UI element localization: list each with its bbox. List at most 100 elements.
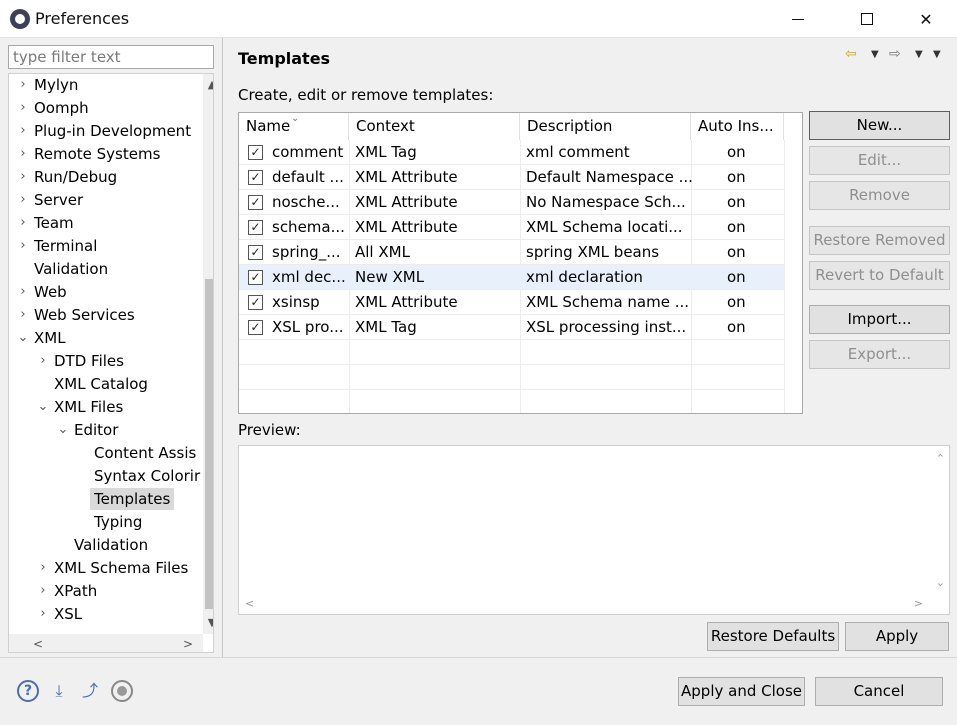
tree-vertical-scrollbar[interactable]: ▲ ▼ bbox=[203, 74, 213, 634]
collapsed-arrow-icon[interactable]: › bbox=[17, 143, 29, 165]
enabled-checkbox[interactable]: ✓ bbox=[248, 270, 263, 285]
apply-and-close-button[interactable]: Apply and Close bbox=[678, 677, 805, 706]
preview-scroll-right-icon[interactable]: > bbox=[914, 597, 923, 610]
revert-to-default-button[interactable]: Revert to Default bbox=[809, 261, 950, 290]
collapsed-arrow-icon[interactable]: › bbox=[17, 97, 29, 119]
cell-context: XML Attribute bbox=[355, 218, 458, 236]
scroll-thumb[interactable] bbox=[205, 279, 213, 609]
enabled-checkbox[interactable]: ✓ bbox=[248, 170, 263, 185]
minimize-button[interactable] bbox=[775, 0, 821, 38]
close-button[interactable]: ✕ bbox=[903, 0, 949, 38]
cell-description: XSL processing inst... bbox=[526, 318, 687, 336]
forward-history-dropdown-icon[interactable]: ▼ bbox=[915, 49, 923, 60]
tree-item-label: XML bbox=[34, 329, 66, 347]
cell-description: XML Schema locati... bbox=[526, 218, 683, 236]
tree-item-label: Terminal bbox=[34, 237, 98, 255]
restore-defaults-button[interactable]: Restore Defaults bbox=[707, 622, 839, 651]
table-row[interactable]: ✓ comment XML Tag xml comment on bbox=[239, 140, 784, 165]
cell-description: XML Schema name ... bbox=[526, 293, 690, 311]
cell-auto: on bbox=[727, 218, 746, 236]
collapsed-arrow-icon[interactable]: › bbox=[17, 212, 29, 234]
new-template-button[interactable]: New... bbox=[809, 111, 950, 140]
cell-name: nosche... bbox=[272, 193, 340, 211]
scroll-right-icon[interactable]: > bbox=[179, 634, 197, 652]
column-header-name[interactable]: Name ⌄ bbox=[239, 113, 349, 140]
filter-input[interactable] bbox=[8, 45, 214, 69]
restore-removed-button[interactable]: Restore Removed bbox=[809, 226, 950, 255]
cell-name: XSL pro... bbox=[272, 318, 344, 336]
view-menu-icon[interactable]: ▼ bbox=[933, 49, 941, 60]
table-row[interactable]: ✓ schema... XML Attribute XML Schema locati… bbox=[239, 215, 784, 240]
table-row[interactable]: ✓ xml dec... New XML xml declaration on bbox=[239, 265, 784, 290]
collapsed-arrow-icon[interactable]: › bbox=[17, 304, 29, 326]
cell-description: Default Namespace ... bbox=[526, 168, 693, 186]
enabled-checkbox[interactable]: ✓ bbox=[248, 145, 263, 160]
import-button[interactable]: Import... bbox=[809, 305, 950, 334]
table-row[interactable]: ✓ spring_... All XML spring XML beans on bbox=[239, 240, 784, 265]
collapsed-arrow-icon[interactable]: › bbox=[17, 166, 29, 188]
scroll-up-icon[interactable]: ▲ bbox=[203, 76, 213, 94]
enabled-checkbox[interactable]: ✓ bbox=[248, 245, 263, 260]
collapsed-arrow-icon[interactable]: › bbox=[37, 350, 49, 372]
scroll-left-icon[interactable]: < bbox=[29, 634, 47, 652]
tree-item-label: Server bbox=[34, 191, 84, 209]
enabled-checkbox[interactable]: ✓ bbox=[248, 220, 263, 235]
apply-button[interactable]: Apply bbox=[845, 622, 949, 651]
column-header-auto-insert[interactable]: Auto Ins... bbox=[691, 113, 784, 140]
close-icon: ✕ bbox=[919, 9, 933, 29]
tree-item-label: Editor bbox=[74, 421, 119, 439]
minimize-icon bbox=[792, 18, 804, 20]
cell-auto: on bbox=[727, 143, 746, 161]
forward-arrow-icon[interactable]: ⇨ bbox=[889, 46, 901, 62]
scroll-down-icon[interactable]: ▼ bbox=[203, 614, 213, 632]
collapsed-arrow-icon[interactable]: › bbox=[37, 580, 49, 602]
cancel-button[interactable]: Cancel bbox=[815, 677, 943, 706]
collapsed-arrow-icon[interactable]: › bbox=[17, 74, 29, 96]
export-preferences-icon[interactable]: ⤴ bbox=[79, 680, 101, 702]
page-title: Templates bbox=[238, 49, 331, 68]
table-row[interactable]: ✓ nosche... XML Attribute No Namespace Sch.… bbox=[239, 190, 784, 215]
expanded-arrow-icon[interactable]: ⌄ bbox=[57, 419, 69, 441]
column-header-context[interactable]: Context bbox=[349, 113, 520, 140]
table-row[interactable]: ✓ xsinsp XML Attribute XML Schema name ... o… bbox=[239, 290, 784, 315]
tree-item-label: Validation bbox=[34, 260, 109, 278]
tree-horizontal-scrollbar[interactable]: < > bbox=[9, 634, 203, 652]
tree-item-label: Web bbox=[34, 283, 67, 301]
collapsed-arrow-icon[interactable]: › bbox=[17, 189, 29, 211]
cell-name: schema... bbox=[272, 218, 345, 236]
back-arrow-icon[interactable]: ⇦ bbox=[845, 46, 857, 62]
preference-tree: › Mylyn › Oomph › Plug-in Development › Remote … bbox=[8, 73, 214, 653]
enabled-checkbox[interactable]: ✓ bbox=[248, 295, 263, 310]
tree-item-label: Validation bbox=[74, 536, 149, 554]
help-icon[interactable]: ? bbox=[17, 680, 39, 702]
tree-item-label: Mylyn bbox=[34, 76, 79, 94]
templates-description: Create, edit or remove templates: bbox=[238, 86, 494, 104]
remove-template-button[interactable]: Remove bbox=[809, 181, 950, 210]
record-icon[interactable] bbox=[111, 680, 133, 702]
expanded-arrow-icon[interactable]: ⌄ bbox=[37, 396, 49, 418]
template-preview-area[interactable]: ⌃ ⌄ < > bbox=[238, 445, 950, 615]
import-preferences-icon[interactable]: ⤓ bbox=[48, 680, 70, 702]
maximize-icon bbox=[861, 13, 873, 25]
preview-scroll-up-icon[interactable]: ⌃ bbox=[936, 452, 945, 465]
preview-scroll-left-icon[interactable]: < bbox=[245, 597, 254, 610]
cell-auto: on bbox=[727, 318, 746, 336]
edit-template-button[interactable]: Edit... bbox=[809, 146, 950, 175]
column-header-description[interactable]: Description bbox=[520, 113, 691, 140]
table-row[interactable]: ✓ XSL pro... XML Tag XSL processing inst...… bbox=[239, 315, 784, 340]
enabled-checkbox[interactable]: ✓ bbox=[248, 195, 263, 210]
back-history-dropdown-icon[interactable]: ▼ bbox=[871, 49, 879, 60]
collapsed-arrow-icon[interactable]: › bbox=[37, 557, 49, 579]
table-row[interactable]: ✓ default ... XML Attribute Default Namespa… bbox=[239, 165, 784, 190]
collapsed-arrow-icon[interactable]: › bbox=[17, 281, 29, 303]
expanded-arrow-icon[interactable]: ⌄ bbox=[17, 327, 29, 349]
enabled-checkbox[interactable]: ✓ bbox=[248, 320, 263, 335]
collapsed-arrow-icon[interactable]: › bbox=[17, 120, 29, 142]
tree-item-label: Run/Debug bbox=[34, 168, 118, 186]
preview-scroll-down-icon[interactable]: ⌄ bbox=[936, 576, 945, 589]
collapsed-arrow-icon[interactable]: › bbox=[37, 603, 49, 625]
panel-splitter[interactable] bbox=[222, 38, 223, 658]
export-button[interactable]: Export... bbox=[809, 340, 950, 369]
maximize-button[interactable] bbox=[844, 0, 890, 38]
collapsed-arrow-icon[interactable]: › bbox=[17, 235, 29, 257]
